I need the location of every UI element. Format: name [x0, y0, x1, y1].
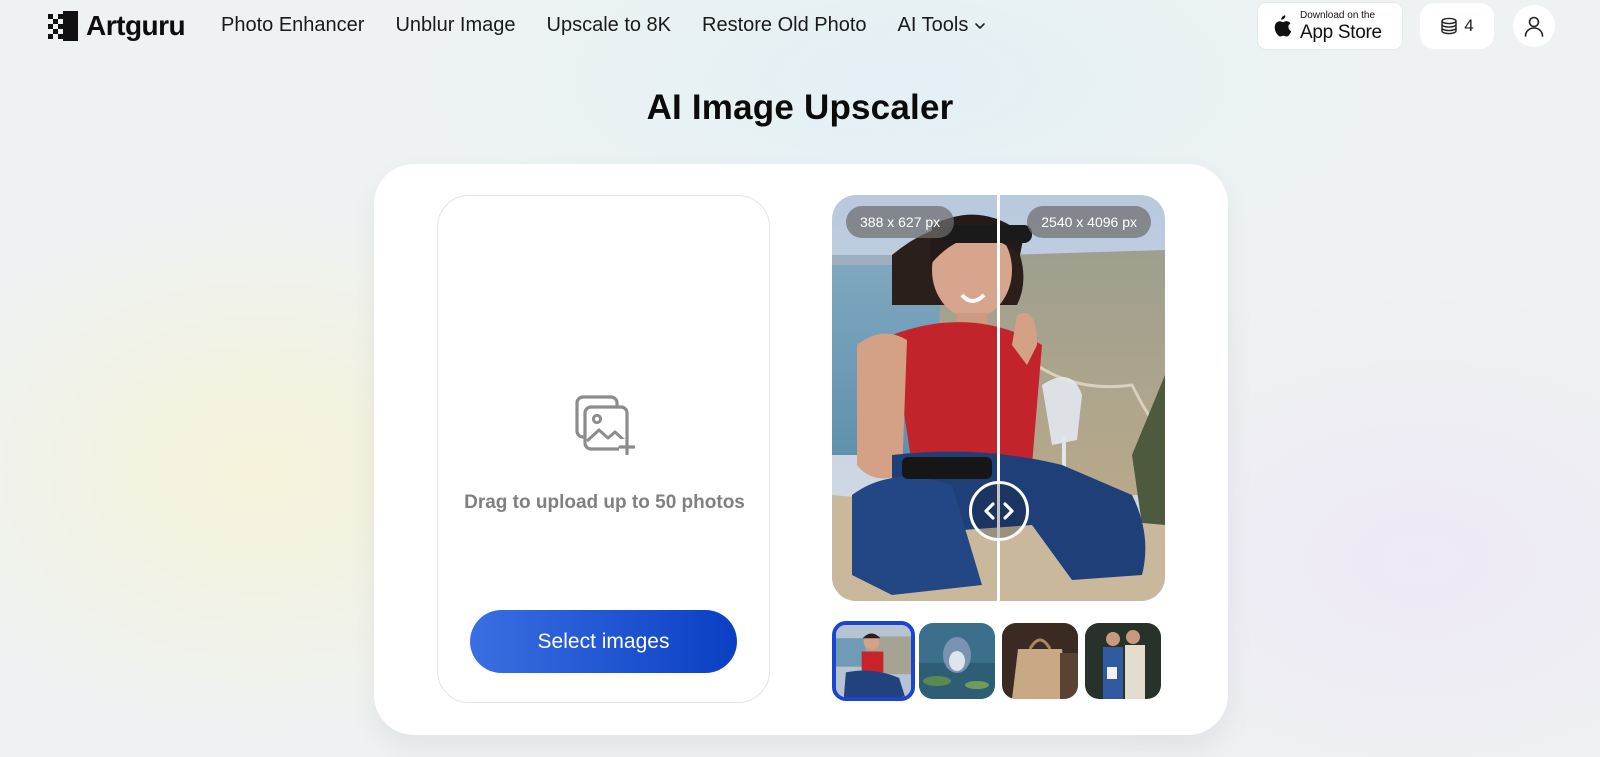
compare-slider-handle[interactable]: [969, 481, 1029, 541]
brand-logo[interactable]: Artguru: [48, 10, 186, 42]
after-resolution-badge: 2540 x 4096 px: [1027, 206, 1151, 238]
credits-button[interactable]: 4: [1420, 3, 1494, 49]
sample-anime-image: [919, 623, 995, 699]
upload-dropzone[interactable]: Drag to upload up to 50 photos Select im…: [437, 195, 770, 703]
upload-hint: Drag to upload up to 50 photos: [464, 492, 745, 513]
sample-thumb-woman[interactable]: [832, 621, 915, 701]
brand-name: Artguru: [86, 10, 186, 41]
page-title: AI Image Upscaler: [646, 88, 954, 127]
drag-arrows-icon: [984, 502, 1014, 520]
main-nav: Photo Enhancer Unblur Image Upscale to 8…: [221, 14, 1017, 37]
before-resolution-badge: 388 x 627 px: [846, 206, 955, 238]
nav-ai-tools-label: AI Tools: [897, 14, 969, 36]
sample-thumb-couple[interactable]: [1085, 623, 1161, 699]
nav-restore-old-photo[interactable]: Restore Old Photo: [702, 14, 867, 37]
nav-unblur-image[interactable]: Unblur Image: [395, 14, 515, 37]
sample-thumbnails: [832, 621, 1165, 701]
add-image-icon: [575, 395, 635, 455]
select-images-button[interactable]: Select images: [470, 610, 737, 673]
chevron-down-icon: [975, 22, 986, 29]
upscaler-card: Drag to upload up to 50 photos Select im…: [374, 164, 1228, 735]
sample-thumb-anime[interactable]: [919, 623, 995, 699]
user-icon: [1524, 16, 1544, 37]
app-store-big-text: App Store: [1300, 21, 1382, 43]
nav-photo-enhancer[interactable]: Photo Enhancer: [221, 14, 364, 37]
artguru-logo-icon: [48, 11, 78, 41]
nav-upscale-8k[interactable]: Upscale to 8K: [547, 14, 672, 37]
app-store-small-text: Download on the: [1300, 9, 1376, 21]
top-navigation-bar: Artguru Photo Enhancer Unblur Image Upsc…: [0, 0, 1600, 54]
user-avatar-button[interactable]: [1513, 5, 1555, 47]
nav-ai-tools-dropdown[interactable]: AI Tools: [898, 14, 987, 37]
before-after-preview[interactable]: 388 x 627 px 2540 x 4096 px: [832, 195, 1165, 601]
sample-woman-image: [836, 625, 911, 697]
app-store-button[interactable]: Download on the App Store: [1258, 3, 1402, 49]
apple-icon: [1274, 15, 1292, 37]
sample-bag-image: [1002, 623, 1078, 699]
credits-count: 4: [1464, 16, 1474, 35]
sample-thumb-bag[interactable]: [1002, 623, 1078, 699]
coin-stack-icon: [1441, 17, 1457, 35]
sample-couple-image: [1085, 623, 1161, 699]
